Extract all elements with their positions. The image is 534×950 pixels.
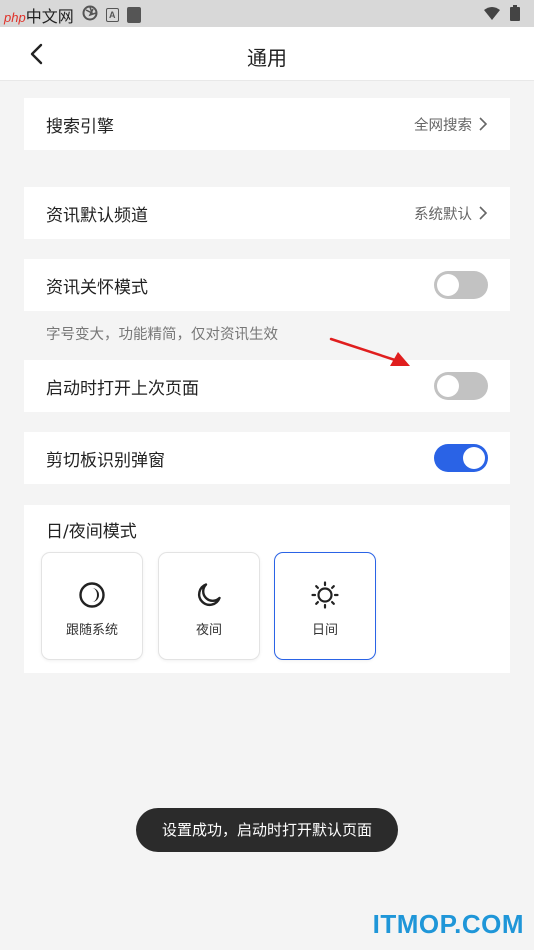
toggle-knob bbox=[437, 274, 459, 296]
restore-last-page-label: 启动时打开上次页面 bbox=[46, 378, 199, 399]
clipboard-popup-row: 剪切板识别弹窗 bbox=[24, 432, 510, 484]
header-bar: 通用 bbox=[0, 27, 534, 81]
care-mode-hint: 字号变大，功能精简，仅对资讯生效 bbox=[46, 327, 278, 343]
search-engine-value-group: 全网搜索 bbox=[414, 114, 488, 135]
red-annotation-arrow bbox=[329, 337, 410, 366]
restore-last-page-toggle[interactable] bbox=[434, 372, 488, 400]
mode-option-night[interactable]: 夜间 bbox=[158, 552, 260, 660]
search-engine-row[interactable]: 搜索引擎 全网搜索 bbox=[24, 98, 510, 150]
day-night-mode-card: 日/夜间模式 跟随系统 夜间 日间 bbox=[24, 505, 510, 673]
care-mode-row: 资讯关怀模式 bbox=[24, 259, 510, 311]
status-bar: php中文网 A bbox=[0, 0, 534, 27]
restore-last-page-row: 启动时打开上次页面 bbox=[24, 360, 510, 412]
chevron-right-icon bbox=[479, 206, 488, 220]
news-default-channel-value: 系统默认 bbox=[414, 206, 472, 223]
sun-icon bbox=[311, 581, 339, 609]
care-mode-toggle[interactable] bbox=[434, 271, 488, 299]
status-bar-right bbox=[484, 5, 520, 25]
battery-icon bbox=[510, 5, 520, 25]
chevron-right-icon bbox=[479, 117, 488, 131]
day-night-mode-title: 日/夜间模式 bbox=[46, 522, 137, 542]
aperture-icon bbox=[82, 5, 98, 25]
moon-icon bbox=[197, 583, 221, 607]
toggle-knob bbox=[437, 375, 459, 397]
news-default-channel-row[interactable]: 资讯默认频道 系统默认 bbox=[24, 187, 510, 239]
mode-option-label: 跟随系统 bbox=[65, 623, 118, 638]
wifi-icon bbox=[484, 6, 500, 25]
care-mode-label: 资讯关怀模式 bbox=[46, 277, 148, 298]
follow-system-icon bbox=[79, 582, 105, 608]
news-default-channel-label: 资讯默认频道 bbox=[46, 205, 148, 226]
notification-square-icon bbox=[126, 7, 141, 23]
php-watermark-text: 中文网 bbox=[25, 9, 74, 26]
mode-option-label: 日间 bbox=[311, 623, 338, 638]
font-a-icon: A bbox=[105, 8, 119, 22]
mode-option-day[interactable]: 日间 bbox=[274, 552, 376, 660]
mode-option-follow-system[interactable]: 跟随系统 bbox=[41, 552, 143, 660]
mode-option-label: 夜间 bbox=[195, 623, 222, 638]
php-watermark-prefix: php bbox=[4, 10, 26, 25]
itmop-watermark: ITMOP.COM bbox=[372, 909, 524, 939]
page-title: 通用 bbox=[247, 46, 287, 70]
clipboard-popup-toggle[interactable] bbox=[434, 444, 488, 472]
news-default-channel-value-group: 系统默认 bbox=[414, 203, 488, 224]
search-engine-value: 全网搜索 bbox=[414, 117, 472, 134]
clipboard-popup-label: 剪切板识别弹窗 bbox=[46, 450, 165, 471]
toggle-knob bbox=[463, 447, 485, 469]
toast-message: 设置成功，启动时打开默认页面 bbox=[136, 808, 398, 852]
status-bar-left: php中文网 A bbox=[4, 3, 141, 27]
search-engine-label: 搜索引擎 bbox=[46, 116, 114, 137]
php-watermark: php中文网 bbox=[4, 3, 74, 27]
